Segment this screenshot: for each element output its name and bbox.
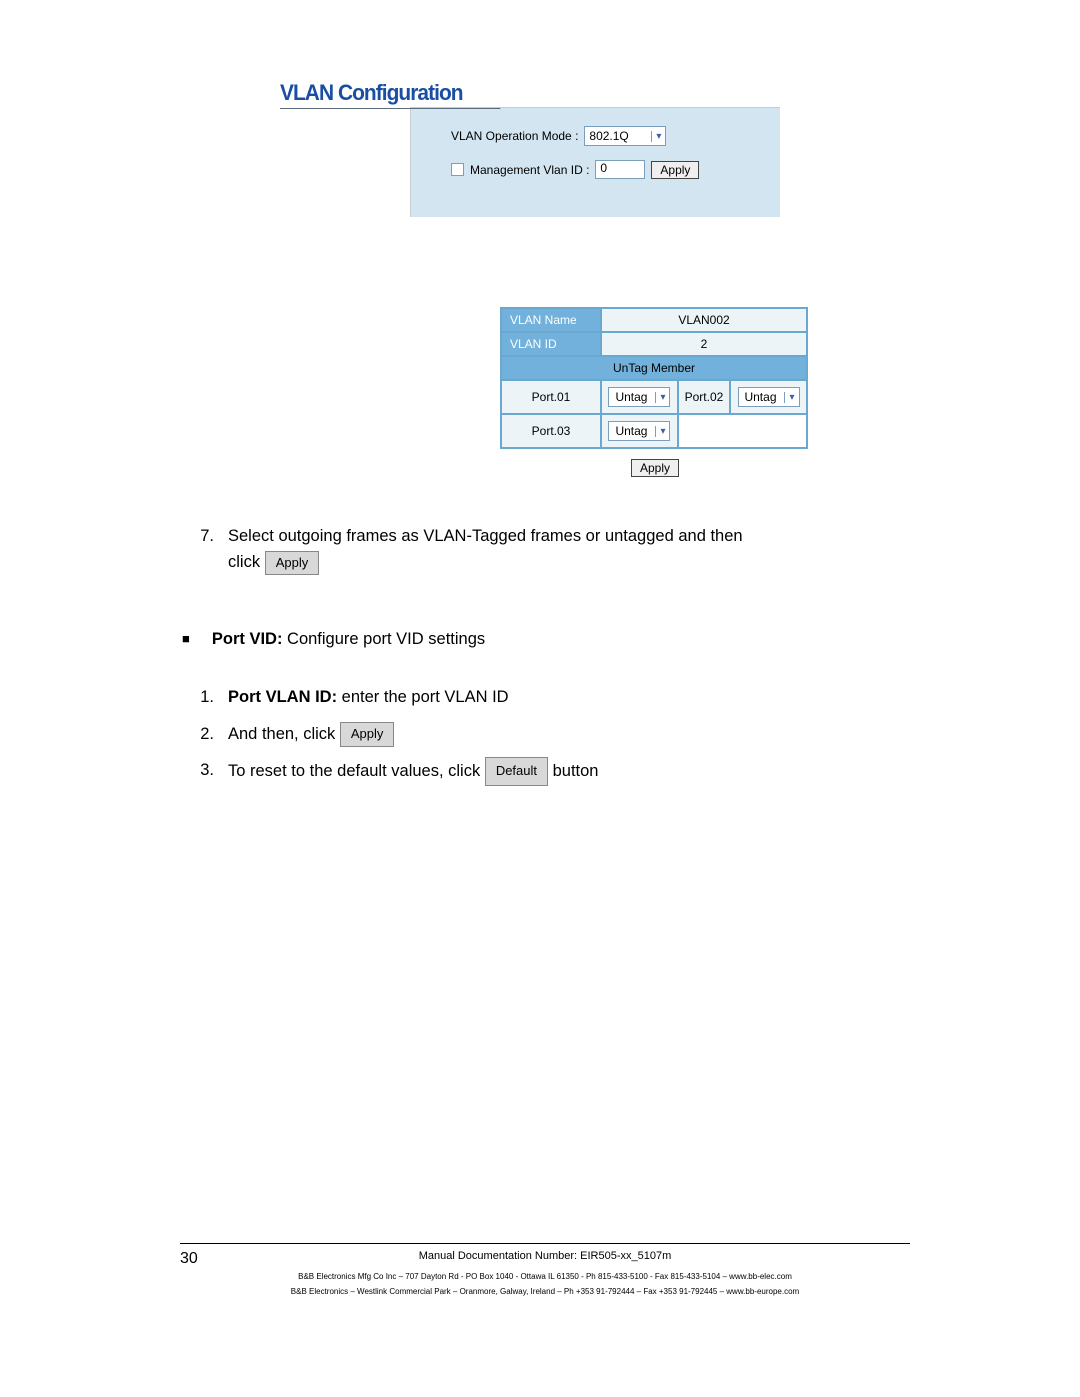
list-number: 1. (180, 684, 228, 710)
port-vid-rest: Configure port VID settings (282, 630, 485, 648)
apply-button[interactable]: Apply (651, 161, 699, 179)
mgmt-vlan-checkbox[interactable] (451, 163, 464, 176)
vlan-config-panel: VLAN Configuration VLAN Operation Mode :… (280, 80, 940, 477)
list-number: 7. (180, 523, 228, 576)
mgmt-vlan-input[interactable]: 0 (595, 160, 645, 179)
vlan-table: VLAN Name VLAN002 VLAN ID 2 UnTag Member… (500, 307, 808, 449)
apply-button[interactable]: Apply (631, 459, 679, 477)
operation-mode-select[interactable]: 802.1Q ▾ (584, 126, 666, 146)
port-label: Port.02 (678, 380, 730, 414)
port-label: Port.01 (501, 380, 601, 414)
chevron-down-icon: ▾ (655, 426, 665, 437)
page-number: 30 (180, 1250, 220, 1268)
operation-mode-label: VLAN Operation Mode : (451, 129, 578, 143)
port1-value: Untag (613, 390, 649, 404)
mgmt-vlan-label: Management Vlan ID : (470, 163, 589, 177)
footer-address-1: B&B Electronics Mfg Co Inc – 707 Dayton … (180, 1272, 910, 1282)
vlan-name-value: VLAN002 (601, 308, 807, 332)
list-number: 2. (180, 721, 228, 747)
chevron-down-icon: ▾ (655, 392, 665, 403)
port1-select[interactable]: Untag ▾ (608, 387, 670, 407)
vlan-mode-box: VLAN Operation Mode : 802.1Q ▾ Managemen… (410, 107, 780, 217)
chevron-down-icon: ▾ (651, 131, 661, 142)
port3-select[interactable]: Untag ▾ (608, 421, 670, 441)
default-button-inline: Default (485, 757, 548, 786)
s1-bold: Port VLAN ID: (228, 688, 337, 706)
operation-mode-value: 802.1Q (589, 129, 645, 143)
port-vid-bold: Port VID: (212, 630, 283, 648)
apply-button-inline: Apply (340, 722, 395, 747)
apply-button-inline: Apply (265, 551, 320, 576)
step7-text-b: click (228, 553, 260, 571)
vlan-name-label: VLAN Name (501, 308, 601, 332)
chevron-down-icon: ▾ (784, 392, 794, 403)
untag-section-header: UnTag Member (501, 356, 807, 380)
port2-value: Untag (743, 390, 779, 404)
vlan-id-value: 2 (601, 332, 807, 356)
s1-rest: enter the port VLAN ID (337, 688, 509, 706)
port3-value: Untag (613, 424, 649, 438)
s3-text-a: To reset to the default values, click (228, 762, 485, 780)
port-label: Port.03 (501, 414, 601, 448)
vlan-id-label: VLAN ID (501, 332, 601, 356)
doc-number: Manual Documentation Number: EIR505-xx_5… (220, 1250, 870, 1268)
s2-text: And then, click (228, 725, 340, 743)
footer-address-2: B&B Electronics – Westlink Commercial Pa… (180, 1287, 910, 1297)
s3-text-b: button (553, 762, 599, 780)
square-bullet-icon: ■ (182, 629, 190, 650)
vlan-config-heading: VLAN Configuration (280, 80, 501, 109)
step7-text: Select outgoing frames as VLAN-Tagged fr… (228, 527, 743, 545)
port2-select[interactable]: Untag ▾ (738, 387, 800, 407)
list-number: 3. (180, 757, 228, 786)
page-footer: 30 Manual Documentation Number: EIR505-x… (180, 1243, 910, 1297)
